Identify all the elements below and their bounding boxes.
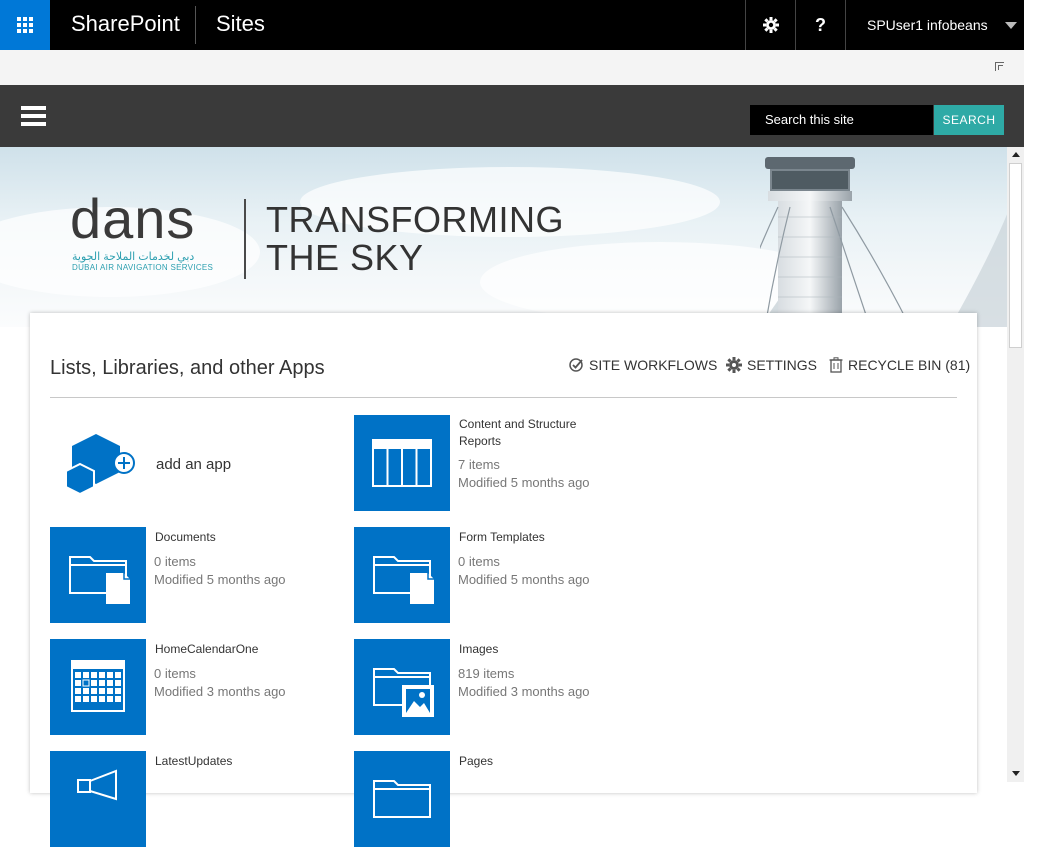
site-workflows-link[interactable]: SITE WORKFLOWS: [568, 357, 717, 373]
app-meta: 819 items Modified 3 months ago: [458, 665, 590, 701]
app-name[interactable]: Images: [459, 641, 498, 658]
hamburger-menu-icon[interactable]: [21, 106, 46, 126]
item-count: 7 items: [458, 457, 500, 472]
modified-date: Modified 5 months ago: [154, 572, 286, 587]
app-name[interactable]: Documents: [155, 529, 216, 546]
app-tile-latestupdates[interactable]: [50, 751, 146, 847]
item-count: 0 items: [154, 554, 196, 569]
app-meta: 0 items Modified 5 months ago: [154, 553, 286, 589]
logo-arabic-text: دبي لخدمات الملاحة الجوية: [72, 251, 195, 263]
site-workflows-label: SITE WORKFLOWS: [589, 357, 718, 373]
item-count: 0 items: [154, 666, 196, 681]
scroll-down-button[interactable]: [1008, 766, 1023, 781]
recycle-bin-link[interactable]: RECYCLE BIN (81): [829, 357, 970, 373]
settings-link[interactable]: SETTINGS: [726, 357, 817, 373]
page-title: Lists, Libraries, and other Apps: [50, 357, 325, 379]
announcements-icon: [77, 769, 117, 801]
item-count: 0 items: [458, 554, 500, 569]
site-nav-bar: Search this site SEARCH: [0, 85, 1024, 147]
site-logo-text: dans: [70, 187, 196, 250]
workflow-check-icon: [569, 358, 583, 372]
tagline-line-1: TRANSFORMING: [266, 199, 564, 240]
suite-bar: SharePoint Sites ? SPUser1 infobeans: [0, 0, 1024, 50]
focus-on-content-icon[interactable]: [995, 62, 1004, 71]
app-tile-images[interactable]: [354, 639, 450, 735]
recycle-bin-label: RECYCLE BIN (81): [848, 357, 971, 373]
app-meta: 0 items Modified 3 months ago: [154, 665, 286, 701]
settings-label: SETTINGS: [747, 357, 818, 373]
pages-library-icon: [373, 780, 431, 818]
logo-subtitle: DUBAI AIR NAVIGATION SERVICES: [72, 263, 214, 272]
scroll-up-button[interactable]: [1008, 147, 1023, 162]
app-tile-pages[interactable]: [354, 751, 450, 847]
app-name[interactable]: Content and Structure Reports: [459, 416, 576, 450]
document-library-icon: [69, 556, 130, 604]
app-tile-content-structure-reports[interactable]: [354, 415, 450, 511]
app-tile-form-templates[interactable]: [354, 527, 450, 623]
sites-link[interactable]: Sites: [216, 11, 265, 37]
picture-library-icon: [373, 668, 434, 717]
banner-tagline: TRANSFORMING THE SKY: [266, 201, 564, 277]
gear-icon: [726, 357, 742, 373]
modified-date: Modified 3 months ago: [154, 684, 286, 699]
app-name-line-2: Reports: [459, 434, 502, 448]
search-button[interactable]: SEARCH: [934, 105, 1004, 135]
search-input[interactable]: Search this site: [750, 105, 933, 135]
help-button[interactable]: ?: [795, 0, 845, 50]
help-icon: ?: [815, 14, 826, 35]
app-meta: 7 items Modified 5 months ago: [458, 456, 590, 492]
app-name-line-1: Content and Structure: [459, 417, 577, 431]
app-name[interactable]: LatestUpdates: [155, 753, 232, 770]
chevron-down-icon: [1005, 22, 1017, 29]
app-tile-homecalendarone[interactable]: [50, 639, 146, 735]
divider: [195, 6, 196, 44]
modified-date: Modified 5 months ago: [458, 475, 590, 490]
modified-date: Modified 5 months ago: [458, 572, 590, 587]
app-name[interactable]: Form Templates: [459, 529, 545, 546]
divider: [50, 397, 957, 398]
add-an-app-link[interactable]: add an app: [156, 456, 231, 473]
document-library-icon: [373, 556, 434, 604]
user-name: SPUser1 infobeans: [867, 17, 988, 33]
app-meta: 0 items Modified 5 months ago: [458, 553, 590, 589]
app-launcher-icon[interactable]: [0, 0, 50, 50]
gear-icon: [762, 17, 779, 33]
tagline-line-2: THE SKY: [266, 237, 424, 278]
settings-button[interactable]: [745, 0, 795, 50]
app-name[interactable]: Pages: [459, 753, 493, 770]
control-tower-image: [760, 157, 1007, 327]
recycle-bin-icon: [829, 357, 843, 373]
add-app-icon[interactable]: [64, 430, 136, 500]
table-icon: [372, 439, 432, 487]
ribbon-bar: [0, 50, 1024, 85]
scrollbar-thumb[interactable]: [1009, 163, 1022, 348]
item-count: 819 items: [458, 666, 515, 681]
user-menu[interactable]: SPUser1 infobeans: [845, 0, 1025, 50]
brand-link[interactable]: SharePoint: [71, 11, 180, 37]
site-banner: dans دبي لخدمات الملاحة الجوية DUBAI AIR…: [0, 147, 1007, 327]
modified-date: Modified 3 months ago: [458, 684, 590, 699]
app-name[interactable]: HomeCalendarOne: [155, 641, 258, 658]
app-tile-documents[interactable]: [50, 527, 146, 623]
calendar-icon: [71, 660, 125, 712]
window-edge: [1024, 0, 1039, 782]
logo-divider: [244, 199, 246, 279]
